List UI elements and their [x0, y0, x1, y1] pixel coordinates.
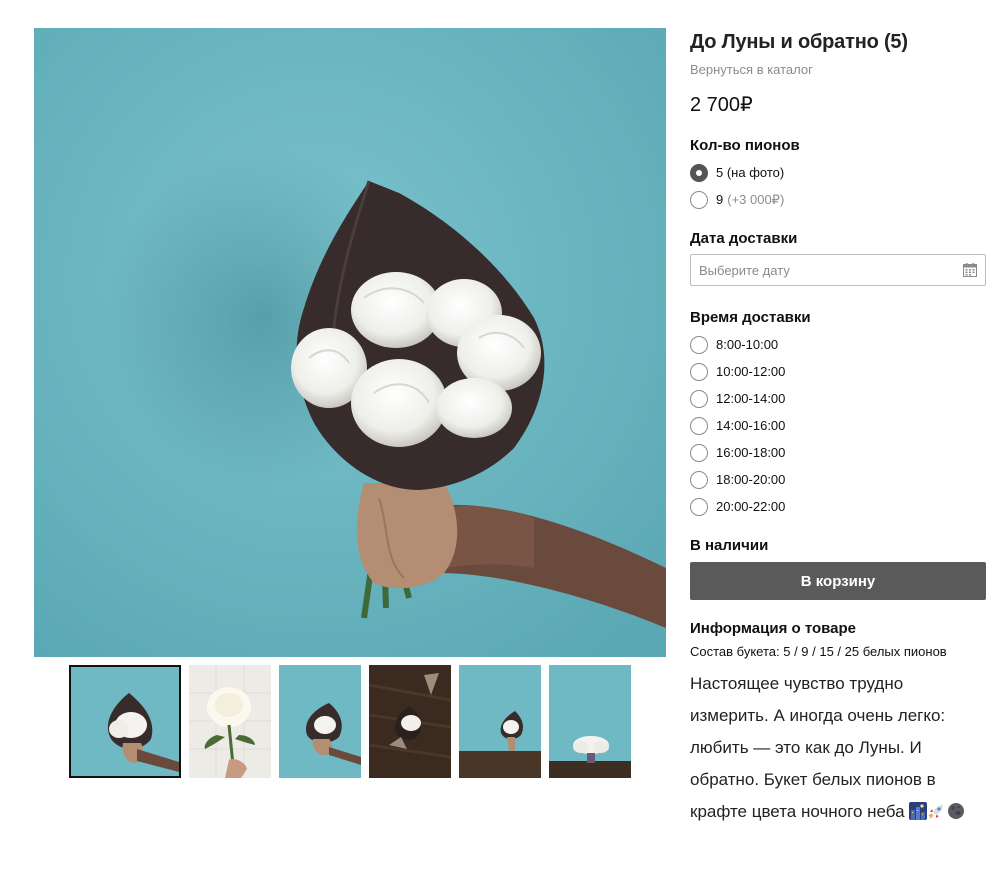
time-slot-label: 8:00-10:00 [716, 337, 779, 352]
product-info-heading: Информация о товаре [690, 620, 857, 637]
quantity-label: Кол-во пионов [690, 137, 800, 154]
add-to-cart-button[interactable]: В корзину [690, 562, 986, 600]
time-slot-label: 18:00-20:00 [716, 472, 786, 487]
time-slot-label: 14:00-16:00 [716, 418, 786, 433]
delivery-time-section: Время доставки 8:00-10:00 10:00-12:00 12… [690, 309, 986, 520]
product-info-section: Информация о товаре Состав букета: 5 / 9… [690, 620, 986, 828]
radio-selected-icon[interactable] [690, 163, 708, 182]
thumbnail-2[interactable] [189, 665, 271, 778]
moon-emoji-icon [948, 803, 965, 819]
back-to-catalog-link[interactable]: Вернуться в каталог [690, 62, 986, 78]
time-slot-option[interactable]: 14:00-16:00 [690, 412, 986, 439]
time-slot-label: 10:00-12:00 [716, 364, 786, 379]
night-city-emoji-icon [909, 802, 928, 820]
time-slot-label: 12:00-14:00 [716, 391, 786, 406]
radio-icon[interactable] [690, 470, 708, 489]
calendar-icon[interactable] [962, 262, 978, 278]
product-description: Настоящее чувство трудно измерить. А ино… [690, 668, 986, 828]
product-description-text: Настоящее чувство трудно измерить. А ино… [690, 674, 946, 821]
time-slot-option[interactable]: 20:00-22:00 [690, 493, 986, 520]
radio-icon[interactable] [690, 389, 708, 408]
quantity-option-label: 5 (на фото) [716, 165, 785, 180]
thumbnail-1[interactable] [69, 665, 181, 778]
radio-icon[interactable] [690, 335, 708, 354]
bouquet-composition: Состав букета: 5 / 9 / 15 / 25 белых пио… [690, 644, 947, 659]
delivery-date-section: Дата доставки [690, 230, 986, 286]
radio-icon[interactable] [690, 416, 708, 435]
radio-icon[interactable] [690, 362, 708, 381]
time-slot-option[interactable]: 12:00-14:00 [690, 385, 986, 412]
time-slot-option[interactable]: 18:00-20:00 [690, 466, 986, 493]
time-slot-label: 16:00-18:00 [716, 445, 786, 460]
radio-icon[interactable] [690, 497, 708, 516]
radio-icon[interactable] [690, 190, 708, 209]
thumbnail-4[interactable] [369, 665, 451, 778]
main-product-photo [34, 28, 666, 657]
delivery-date-label: Дата доставки [690, 230, 798, 247]
date-input-wrapper [690, 254, 986, 286]
time-slot-label: 20:00-22:00 [716, 499, 786, 514]
time-slot-option[interactable]: 10:00-12:00 [690, 358, 986, 385]
quantity-section: Кол-во пионов 5 (на фото) 9 (+3 000₽) [690, 137, 986, 213]
quantity-option-extra-price: (+3 000₽) [727, 191, 785, 207]
time-slot-option[interactable]: 16:00-18:00 [690, 439, 986, 466]
quantity-option-5[interactable]: 5 (на фото) [690, 159, 986, 186]
radio-icon[interactable] [690, 443, 708, 462]
product-panel: До Луны и обратно (5) Вернуться в катало… [690, 30, 986, 828]
thumbnail-5[interactable] [459, 665, 541, 778]
rocket-emoji-icon [928, 805, 944, 819]
delivery-date-input[interactable] [690, 254, 986, 286]
quantity-option-label: 9 [716, 192, 724, 207]
description-emoji-group [909, 802, 965, 820]
thumbnail-3[interactable] [279, 665, 361, 778]
product-title: До Луны и обратно (5) [690, 31, 908, 53]
delivery-time-label: Время доставки [690, 309, 811, 326]
quantity-option-9[interactable]: 9 (+3 000₽) [690, 186, 986, 213]
thumbnail-6[interactable] [549, 665, 631, 778]
time-slot-option[interactable]: 8:00-10:00 [690, 331, 986, 358]
stock-status: В наличии [690, 537, 769, 554]
product-price: 2 700₽ [690, 94, 753, 116]
